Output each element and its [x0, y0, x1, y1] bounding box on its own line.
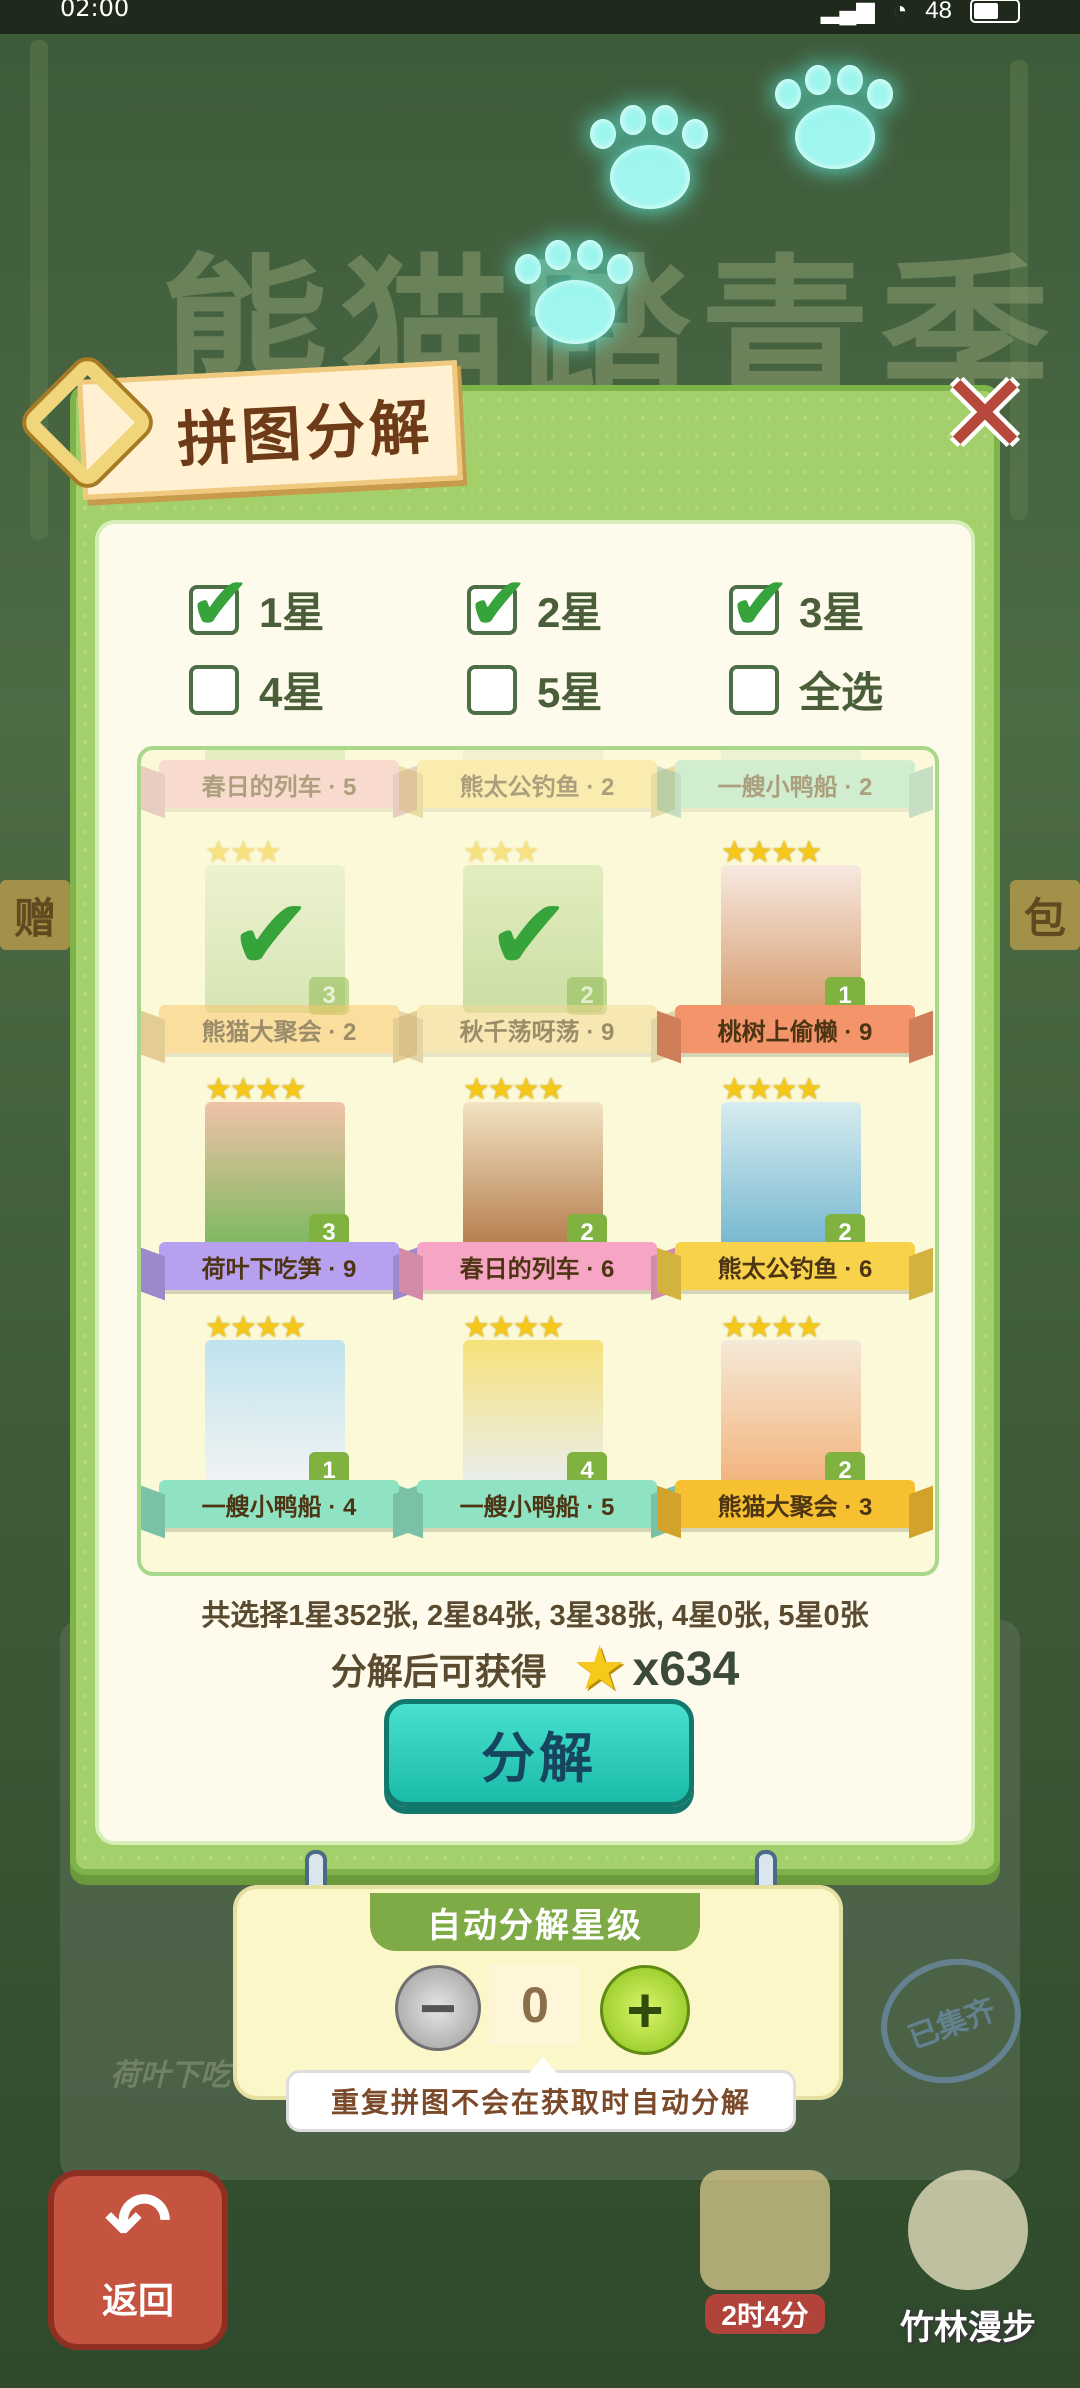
puzzle-card[interactable]: ★★★★ 2 熊猫大聚会 · 3 [675, 1310, 915, 1530]
checkbox[interactable] [189, 664, 239, 715]
checkbox[interactable] [729, 664, 779, 715]
filter-3-star[interactable]: ✔ 3星 [729, 566, 865, 640]
checkbox[interactable]: ✔ [729, 566, 791, 640]
puzzle-card[interactable]: ★★★ 2 秋千荡呀荡 · 9 ✔ [417, 835, 657, 1055]
panda-avatar-icon [908, 2170, 1028, 2290]
check-icon: ✔ [729, 561, 792, 645]
check-icon: ✔ [189, 561, 252, 645]
close-button[interactable]: ✕ [938, 353, 1032, 476]
puzzle-card[interactable]: ★★★★ 2 春日的列车 · 6 [417, 1072, 657, 1292]
puzzle-card[interactable]: ★★★★ 4 一艘小鸭船 · 5 [417, 1310, 657, 1530]
card-name: 桃树上偷懒 · 9 [675, 1005, 915, 1053]
filter-select-all[interactable]: 全选 [729, 659, 883, 720]
card-name: 一艘小鸭船 · 4 [159, 1480, 399, 1528]
timer-button[interactable]: 2时4分 [690, 2170, 840, 2340]
puzzle-card[interactable]: 一艘小鸭船 · 2 [675, 750, 915, 810]
auto-decompose-title: 自动分解星级 [370, 1893, 700, 1951]
card-name: 春日的列车 · 6 [417, 1242, 657, 1290]
filter-label: 全选 [799, 669, 884, 716]
status-bar: 02:00 ▂▄▆ ◔ 48 [0, 0, 1080, 34]
battery-icon [970, 0, 1020, 23]
card-name: 一艘小鸭船 · 5 [417, 1480, 657, 1528]
filter-label: 4星 [259, 669, 325, 716]
puzzle-card[interactable]: ★★★★ 1 一艘小鸭船 · 4 [159, 1310, 399, 1530]
card-name: 荷叶下吃笋 · 9 [159, 1242, 399, 1290]
back-button[interactable]: ↶ 返回 [48, 2170, 228, 2350]
puzzle-card[interactable]: 熊太公钓鱼 · 2 [417, 750, 657, 810]
filter-1-star[interactable]: ✔ 1星 [189, 566, 325, 640]
back-arrow-icon: ↶ [104, 2177, 172, 2266]
reward-row: 分解后可获得 ★ x634 [99, 1639, 971, 1699]
reward-count: x634 [632, 1642, 740, 1696]
dialog-title: 拼图分解 [175, 393, 435, 474]
reward-label: 分解后可获得 [330, 1651, 547, 1692]
card-name: 秋千荡呀荡 · 9 [417, 1005, 657, 1053]
checkbox[interactable]: ✔ [189, 566, 251, 640]
status-time: 02:00 [60, 0, 130, 22]
selected-check-icon: ✔ [487, 879, 571, 991]
bamboo-decoration [30, 40, 48, 540]
card-name: 一艘小鸭船 · 2 [675, 760, 915, 808]
dialog-content: ✔ 1星 ✔ 2星 ✔ 3星 4星 5星 全选 春日的列车 · 5 熊太公钓鱼 … [95, 520, 975, 1845]
selection-summary: 共选择1星352张, 2星84张, 3星38张, 4星0张, 5星0张 [201, 1600, 869, 1632]
filter-label: 1星 [259, 589, 325, 636]
puzzle-card[interactable]: ★★★★ 3 荷叶下吃笋 · 9 [159, 1072, 399, 1292]
signal-icon: ▂▄▆ [820, 0, 875, 24]
filter-2-star[interactable]: ✔ 2星 [467, 566, 603, 640]
auto-star-level-value: 0 [490, 1965, 580, 2045]
card-name: 熊猫大聚会 · 3 [675, 1480, 915, 1528]
paw-icon [590, 105, 710, 215]
close-icon: ✕ [938, 353, 1032, 476]
puzzle-card[interactable]: ★★★ 3 熊猫大聚会 · 2 ✔ [159, 835, 399, 1055]
panda-group-icon [700, 2170, 830, 2290]
increase-button[interactable]: + [600, 1965, 690, 2055]
back-label: 返回 [101, 2280, 174, 2321]
auto-decompose-note: 重复拼图不会在获取时自动分解 [286, 2057, 796, 2132]
bamboo-walk-label: 竹林漫步 [900, 2309, 1036, 2347]
background-pack-tag: 包 [1010, 880, 1080, 950]
selected-check-icon: ✔ [229, 879, 313, 991]
puzzle-card[interactable]: ★★★★ 1 桃树上偷懒 · 9 [675, 835, 915, 1055]
card-name: 春日的列车 · 5 [159, 760, 399, 808]
filter-5-star[interactable]: 5星 [467, 659, 602, 720]
filter-label: 5星 [537, 669, 603, 716]
card-name: 熊太公钓鱼 · 2 [417, 760, 657, 808]
star-icon: ★ [572, 1635, 627, 1702]
decompose-button[interactable]: 分解 [384, 1699, 694, 1807]
paw-icon [775, 65, 895, 175]
filter-4-star[interactable]: 4星 [189, 659, 324, 720]
check-icon: ✔ [467, 561, 530, 645]
puzzle-card[interactable]: ★★★★ 2 熊太公钓鱼 · 6 [675, 1072, 915, 1292]
checkbox[interactable]: ✔ [467, 566, 529, 640]
timer-label: 2时4分 [705, 2294, 825, 2334]
paw-icon [515, 240, 635, 350]
puzzle-grid[interactable]: 春日的列车 · 5 熊太公钓鱼 · 2 一艘小鸭船 · 2 ★★★ 3 熊猫大聚… [137, 746, 939, 1576]
background-puzzle-label: 荷叶下吃 [110, 2059, 230, 2092]
checkbox[interactable] [467, 664, 517, 715]
decrease-button[interactable]: − [395, 1965, 481, 2051]
card-name: 熊猫大聚会 · 2 [159, 1005, 399, 1053]
puzzle-card[interactable]: 春日的列车 · 5 [159, 750, 399, 810]
filter-label: 3星 [799, 589, 865, 636]
battery-level: 48 [925, 0, 952, 24]
bamboo-walk-button[interactable]: 竹林漫步 [868, 2170, 1068, 2350]
filter-label: 2星 [537, 589, 603, 636]
wifi-icon: ◔ [892, 0, 908, 24]
card-name: 熊太公钓鱼 · 6 [675, 1242, 915, 1290]
background-gift-tag: 赠 [0, 880, 70, 950]
